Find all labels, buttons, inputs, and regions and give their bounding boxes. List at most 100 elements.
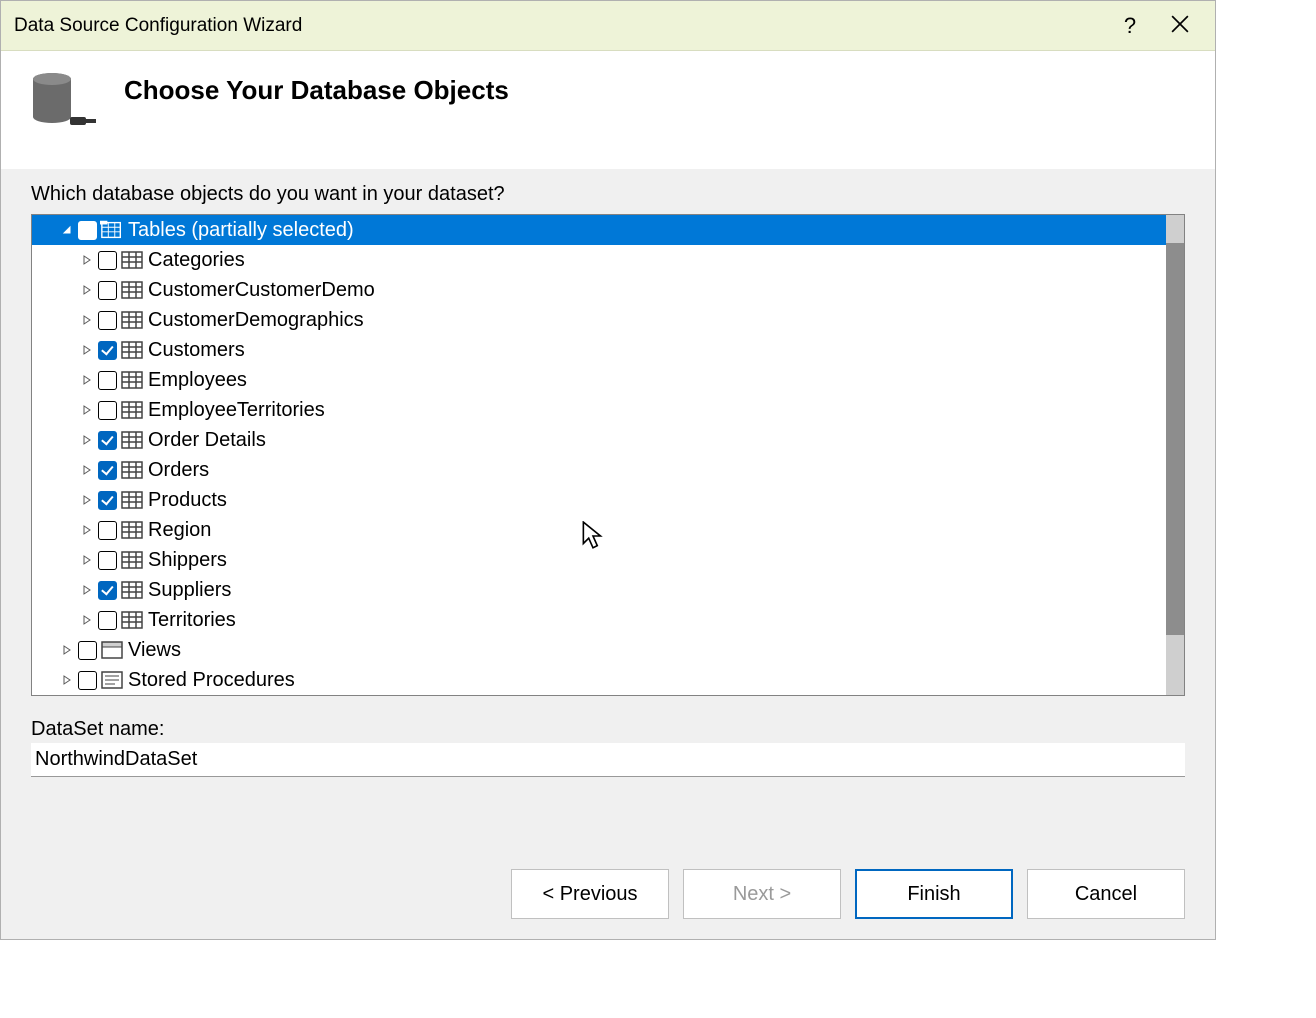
views-icon [100, 640, 124, 660]
checkbox[interactable] [98, 551, 117, 570]
tree-node-tables[interactable]: Tables (partially selected) [32, 215, 1166, 245]
checkbox[interactable] [98, 431, 117, 450]
checkbox[interactable] [98, 521, 117, 540]
checkbox[interactable] [98, 311, 117, 330]
node-label: Views [128, 639, 181, 662]
table-icon [120, 400, 144, 420]
dataset-name-input[interactable] [31, 743, 1185, 777]
node-label: Shippers [148, 549, 227, 572]
expand-icon[interactable] [80, 493, 94, 507]
tree-node-table[interactable]: Region [32, 515, 1166, 545]
checkbox[interactable] [98, 341, 117, 360]
tree-node-table[interactable]: Territories [32, 605, 1166, 635]
tree-node-table[interactable]: CustomerDemographics [32, 305, 1166, 335]
expand-icon[interactable] [80, 553, 94, 567]
expand-icon[interactable] [60, 673, 74, 687]
node-label: Categories [148, 249, 245, 272]
tables-folder-icon [100, 220, 124, 240]
checkbox[interactable] [98, 491, 117, 510]
tree-node-table[interactable]: Suppliers [32, 575, 1166, 605]
checkbox[interactable] [98, 371, 117, 390]
checkbox[interactable] [78, 221, 97, 240]
titlebar: Data Source Configuration Wizard [1, 1, 1215, 51]
previous-button[interactable]: < Previous [511, 869, 669, 919]
tree-node-table[interactable]: Order Details [32, 425, 1166, 455]
table-icon [120, 550, 144, 570]
table-icon [120, 490, 144, 510]
table-icon [120, 340, 144, 360]
node-label: Region [148, 519, 211, 542]
node-label: Employees [148, 369, 247, 392]
tree-node-table[interactable]: Products [32, 485, 1166, 515]
expand-icon[interactable] [80, 313, 94, 327]
stored-proc-icon [100, 670, 124, 690]
expand-icon[interactable] [80, 613, 94, 627]
node-label: Products [148, 489, 227, 512]
checkbox[interactable] [98, 281, 117, 300]
tree-node-table[interactable]: EmployeeTerritories [32, 395, 1166, 425]
close-button[interactable] [1155, 2, 1205, 50]
expand-icon[interactable] [80, 373, 94, 387]
checkbox[interactable] [78, 641, 97, 660]
dataset-name-label: DataSet name: [31, 718, 1185, 741]
node-label: CustomerDemographics [148, 309, 364, 332]
checkbox[interactable] [98, 581, 117, 600]
checkbox[interactable] [78, 671, 97, 690]
window-title: Data Source Configuration Wizard [11, 15, 1105, 37]
database-icon [26, 71, 104, 133]
prompt-label: Which database objects do you want in yo… [31, 183, 1185, 206]
expand-icon[interactable] [80, 343, 94, 357]
table-icon [120, 370, 144, 390]
node-label: Customers [148, 339, 245, 362]
tree-scrollbar[interactable] [1166, 215, 1184, 695]
node-label: Suppliers [148, 579, 231, 602]
table-icon [120, 610, 144, 630]
expand-icon[interactable] [60, 643, 74, 657]
checkbox[interactable] [98, 401, 117, 420]
node-label: Stored Procedures [128, 669, 295, 692]
wizard-header: Choose Your Database Objects [1, 51, 1215, 169]
cancel-button[interactable]: Cancel [1027, 869, 1185, 919]
table-icon [120, 310, 144, 330]
content-area: Which database objects do you want in yo… [1, 169, 1215, 849]
checkbox[interactable] [98, 611, 117, 630]
tree-node-views[interactable]: Views [32, 635, 1166, 665]
checkbox[interactable] [98, 461, 117, 480]
table-icon [120, 280, 144, 300]
wizard-footer: < Previous Next > Finish Cancel [1, 849, 1215, 939]
expand-icon[interactable] [80, 403, 94, 417]
node-label: Territories [148, 609, 236, 632]
table-icon [120, 520, 144, 540]
expand-icon[interactable] [80, 253, 94, 267]
tree-node-sp[interactable]: Stored Procedures [32, 665, 1166, 695]
close-icon [1171, 13, 1189, 39]
expand-icon[interactable] [80, 583, 94, 597]
expand-icon[interactable] [80, 523, 94, 537]
tree-node-table[interactable]: Shippers [32, 545, 1166, 575]
tree-node-table[interactable]: Categories [32, 245, 1166, 275]
finish-button[interactable]: Finish [855, 869, 1013, 919]
table-icon [120, 580, 144, 600]
node-label: Order Details [148, 429, 266, 452]
tree-node-table[interactable]: Orders [32, 455, 1166, 485]
table-icon [120, 430, 144, 450]
next-button: Next > [683, 869, 841, 919]
checkbox[interactable] [98, 251, 117, 270]
expand-icon[interactable] [80, 463, 94, 477]
node-label: EmployeeTerritories [148, 399, 325, 422]
node-label: Tables (partially selected) [128, 219, 354, 242]
table-icon [120, 460, 144, 480]
page-title: Choose Your Database Objects [124, 71, 509, 106]
scrollbar-thumb[interactable] [1166, 243, 1184, 635]
node-label: CustomerCustomerDemo [148, 279, 375, 302]
expand-icon[interactable] [80, 283, 94, 297]
object-tree[interactable]: Tables (partially selected) Categories Cus… [31, 214, 1185, 696]
tree-node-table[interactable]: Customers [32, 335, 1166, 365]
help-button[interactable] [1105, 2, 1155, 50]
tree-node-table[interactable]: CustomerCustomerDemo [32, 275, 1166, 305]
node-label: Orders [148, 459, 209, 482]
tree-node-table[interactable]: Employees [32, 365, 1166, 395]
collapse-icon[interactable] [60, 223, 74, 237]
expand-icon[interactable] [80, 433, 94, 447]
table-icon [120, 250, 144, 270]
